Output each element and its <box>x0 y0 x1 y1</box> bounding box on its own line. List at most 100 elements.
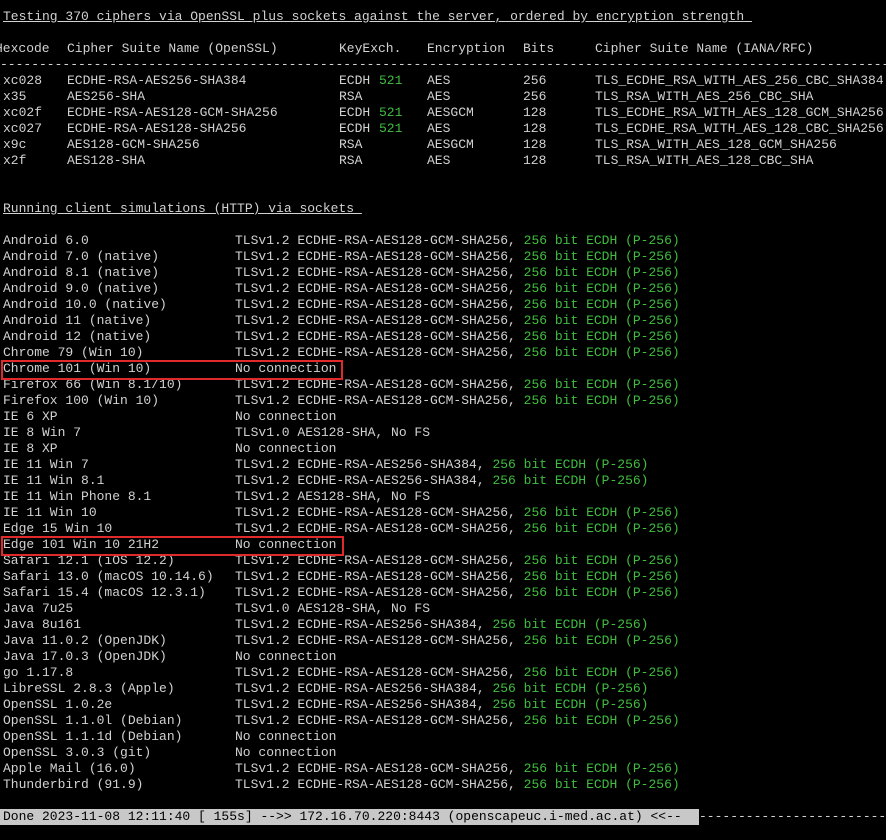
simulation-row: IE 6 XP No connection <box>0 409 886 425</box>
simulation-keyinfo: 256 bit ECDH (P-256) <box>523 633 680 648</box>
simulation-protocol: TLSv1.0 AES128-SHA, No FS <box>235 425 431 440</box>
header-keyexch: KeyExch. <box>339 41 402 56</box>
simulation-keyinfo: 256 bit ECDH (P-256) <box>523 665 680 680</box>
simulation-protocol: No connection <box>235 745 337 760</box>
simulation-client: IE 11 Win 8.1 <box>3 473 105 488</box>
simulation-row: Apple Mail (16.0) TLSv1.2 ECDHE-RSA-AES12… <box>0 761 886 777</box>
cipher-cell-hex: x35 <box>3 89 27 104</box>
simulation-result: TLSv1.2 ECDHE-RSA-AES128-GCM-SHA256, 256… <box>235 569 680 585</box>
header-bits: Bits <box>523 41 555 56</box>
simulation-row: IE 8 XP No connection <box>0 441 886 457</box>
simulation-protocol: TLSv1.2 AES128-SHA, No FS <box>235 489 431 504</box>
cipher-cell-bits: 128 <box>523 137 547 152</box>
simulation-row: Java 17.0.3 (OpenJDK) No connection <box>0 649 886 665</box>
simulation-result: TLSv1.2 ECDHE-RSA-AES128-GCM-SHA256, 256… <box>235 233 680 249</box>
simulation-protocol: TLSv1.2 ECDHE-RSA-AES128-GCM-SHA256, <box>235 313 524 328</box>
simulation-row: Android 10.0 (native) TLSv1.2 ECDHE-RSA-A… <box>0 297 886 313</box>
simulation-keyinfo: 256 bit ECDH (P-256) <box>523 393 680 408</box>
header-hexcode: Hexcode <box>0 41 50 56</box>
status-text: Done 2023-11-08 12:11:40 [ 155s] -->> 17… <box>3 809 682 824</box>
simulation-keyinfo: 256 bit ECDH (P-256) <box>523 249 680 264</box>
simulation-result: TLSv1.2 ECDHE-RSA-AES128-GCM-SHA256, 256… <box>235 665 680 681</box>
simulation-protocol: TLSv1.2 ECDHE-RSA-AES128-GCM-SHA256, <box>235 761 524 776</box>
simulation-client: IE 11 Win 10 <box>3 505 97 520</box>
simulation-client: go 1.17.8 <box>3 665 74 680</box>
simulation-row: Android 12 (native) TLSv1.2 ECDHE-RSA-AES… <box>0 329 886 345</box>
simulation-client: Thunderbird (91.9) <box>3 777 144 792</box>
simulation-client: Safari 15.4 (macOS 12.3.1) <box>3 585 206 600</box>
simulation-row: Java 7u25 TLSv1.0 AES128-SHA, No FS <box>0 601 886 617</box>
simulation-result: TLSv1.2 ECDHE-RSA-AES128-GCM-SHA256, 256… <box>235 313 680 329</box>
simulation-result: TLSv1.2 ECDHE-RSA-AES128-GCM-SHA256, 256… <box>235 585 680 601</box>
simulation-client: Android 11 (native) <box>3 313 152 328</box>
simulation-result: TLSv1.2 ECDHE-RSA-AES256-SHA384, 256 bit… <box>235 681 648 697</box>
simulation-client: IE 11 Win Phone 8.1 <box>3 489 152 504</box>
simulation-result: No connection <box>235 409 336 425</box>
simulation-row: IE 11 Win 8.1 TLSv1.2 ECDHE-RSA-AES256-SH… <box>0 473 886 489</box>
simulation-keyinfo: 256 bit ECDH (P-256) <box>523 569 680 584</box>
simulation-protocol: TLSv1.2 ECDHE-RSA-AES128-GCM-SHA256, <box>235 633 524 648</box>
simulation-protocol: No connection <box>235 649 337 664</box>
simulation-result: TLSv1.2 ECDHE-RSA-AES128-GCM-SHA256, 256… <box>235 249 680 265</box>
simulation-keyinfo: 256 bit ECDH (P-256) <box>492 457 649 472</box>
simulation-protocol: TLSv1.2 ECDHE-RSA-AES128-GCM-SHA256, <box>235 585 524 600</box>
simulation-protocol: TLSv1.2 ECDHE-RSA-AES128-GCM-SHA256, <box>235 393 524 408</box>
simulation-protocol: TLSv1.2 ECDHE-RSA-AES128-GCM-SHA256, <box>235 521 524 536</box>
simulation-row: OpenSSL 1.1.0l (Debian) TLSv1.2 ECDHE-RSA… <box>0 713 886 729</box>
simulation-client: Safari 13.0 (macOS 10.14.6) <box>3 569 214 584</box>
simulation-protocol: TLSv1.2 ECDHE-RSA-AES128-GCM-SHA256, <box>235 281 524 296</box>
simulation-client: IE 6 XP <box>3 409 58 424</box>
cipher-cell-kx: RSA <box>339 89 363 104</box>
cipher-section-title: Testing 370 ciphers via OpenSSL plus soc… <box>3 9 752 24</box>
cipher-cell-enc: AES <box>427 121 451 136</box>
simulation-protocol: TLSv1.2 ECDHE-RSA-AES128-GCM-SHA256, <box>235 665 524 680</box>
simulation-row: Chrome 79 (Win 10) TLSv1.2 ECDHE-RSA-AES1… <box>0 345 886 361</box>
simulation-result: No connection <box>235 649 336 665</box>
simulation-row: LibreSSL 2.8.3 (Apple) TLSv1.2 ECDHE-RSA-… <box>0 681 886 697</box>
cipher-row: xc02f ECDHE-RSA-AES128-GCM-SHA256 ECDH AESG… <box>0 105 886 121</box>
simulation-keyinfo: 256 bit ECDH (P-256) <box>492 617 649 632</box>
cipher-cell-iana: TLS_ECDHE_RSA_WITH_AES_256_CBC_SHA384 <box>595 73 884 88</box>
cipher-cell-kx: RSA <box>339 137 363 152</box>
simulation-keyinfo: 256 bit ECDH (P-256) <box>523 377 680 392</box>
simulation-result: TLSv1.2 ECDHE-RSA-AES256-SHA384, 256 bit… <box>235 617 648 633</box>
simulation-keyinfo: 256 bit ECDH (P-256) <box>523 281 680 296</box>
simulation-row: IE 8 Win 7 TLSv1.0 AES128-SHA, No FS <box>0 425 886 441</box>
cipher-row: xc027 ECDHE-RSA-AES128-SHA256 ECDH AES 128 TL… <box>0 121 886 137</box>
simulation-protocol: TLSv1.2 ECDHE-RSA-AES128-GCM-SHA256, <box>235 345 524 360</box>
simulation-section-title: Running client simulations (HTTP) via so… <box>3 201 362 216</box>
cipher-table-separator: ----------------------------------------… <box>0 57 886 72</box>
simulation-keyinfo: 256 bit ECDH (P-256) <box>492 473 649 488</box>
cipher-cell-hex: xc028 <box>3 73 43 88</box>
simulation-client: Java 17.0.3 (OpenJDK) <box>3 649 167 664</box>
simulation-protocol: TLSv1.2 ECDHE-RSA-AES128-GCM-SHA256, <box>235 297 524 312</box>
simulation-client: Java 7u25 <box>3 601 74 616</box>
cipher-cell-name: AES256-SHA <box>67 89 146 104</box>
cipher-cell-name: AES128-GCM-SHA256 <box>67 137 200 152</box>
simulation-result: TLSv1.2 ECDHE-RSA-AES128-GCM-SHA256, 256… <box>235 713 680 729</box>
cipher-cell-name: ECDHE-RSA-AES128-SHA256 <box>67 121 247 136</box>
cipher-row: xc028 ECDHE-RSA-AES256-SHA384 ECDH AES 256 TL… <box>0 73 886 89</box>
header-cipher-name: Cipher Suite Name (OpenSSL) <box>67 41 278 56</box>
cipher-cell-bits: 256 <box>523 89 547 104</box>
simulation-row: IE 11 Win 10 TLSv1.2 ECDHE-RSA-AES128-GCM… <box>0 505 886 521</box>
simulation-protocol: TLSv1.2 ECDHE-RSA-AES128-GCM-SHA256, <box>235 233 524 248</box>
simulation-client: Android 12 (native) <box>3 329 152 344</box>
simulation-result: TLSv1.2 ECDHE-RSA-AES128-GCM-SHA256, 256… <box>235 345 680 361</box>
simulation-keyinfo: 256 bit ECDH (P-256) <box>523 505 680 520</box>
simulation-keyinfo: 256 bit ECDH (P-256) <box>523 521 680 536</box>
cipher-cell-iana: TLS_ECDHE_RSA_WITH_AES_128_CBC_SHA256 <box>595 121 884 136</box>
simulation-keyinfo: 256 bit ECDH (P-256) <box>523 297 680 312</box>
header-encryption: Encryption <box>427 41 506 56</box>
cipher-cell-hex: xc027 <box>3 121 43 136</box>
cipher-cell-iana: TLS_ECDHE_RSA_WITH_AES_128_GCM_SHA256 <box>595 105 884 120</box>
simulation-result: TLSv1.2 ECDHE-RSA-AES128-GCM-SHA256, 256… <box>235 521 680 537</box>
cipher-cell-bits: 128 <box>523 153 547 168</box>
cipher-cell-name: AES128-SHA <box>67 153 146 168</box>
simulation-row: Java 8u161 TLSv1.2 ECDHE-RSA-AES256-SHA38… <box>0 617 886 633</box>
status-bar: Done 2023-11-08 12:11:40 [ 155s] -->> 17… <box>0 809 699 825</box>
simulation-keyinfo: 256 bit ECDH (P-256) <box>492 681 649 696</box>
status-trail: ---------------------------------------- <box>699 809 886 824</box>
cipher-cell-name: ECDHE-RSA-AES256-SHA384 <box>67 73 247 88</box>
simulation-result: TLSv1.2 ECDHE-RSA-AES128-GCM-SHA256, 256… <box>235 777 680 793</box>
